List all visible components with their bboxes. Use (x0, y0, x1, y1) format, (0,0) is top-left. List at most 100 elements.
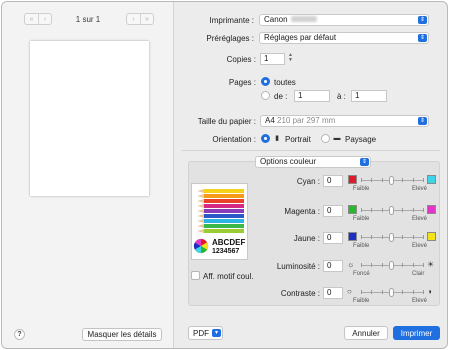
first-page-icon[interactable]: « (25, 14, 38, 24)
printer-popup[interactable]: Canon ⇕ (259, 14, 429, 26)
show-pattern-checkbox[interactable] (191, 271, 200, 280)
slider-tick (413, 208, 414, 212)
slider-value-field[interactable]: 0 (323, 205, 343, 217)
print-button[interactable]: Imprimer (393, 326, 440, 340)
low-color-swatch (348, 175, 357, 184)
paper-size-label: Taille du papier : (197, 117, 256, 126)
page-nav-back[interactable]: « ‹ (24, 13, 52, 25)
slider-tick (413, 290, 414, 294)
slider-high-label: Elevé (412, 216, 428, 222)
landscape-icon: ▬ (333, 135, 341, 142)
slider-tick (423, 178, 424, 182)
copies-field[interactable]: 1 (260, 53, 285, 65)
contrast-high-icon: ◑ (427, 287, 432, 296)
slider-label: Jaune : (293, 234, 320, 243)
pages-range-radio[interactable] (261, 91, 270, 100)
slider-low-label: Faible (353, 243, 370, 249)
sun-bright-icon: ☀ (427, 260, 435, 269)
pdf-menu-button[interactable]: PDF ▾ (188, 326, 223, 340)
portrait-label: Portrait (285, 135, 311, 144)
next-page-icon[interactable]: › (127, 14, 140, 24)
slider-tick (361, 263, 362, 267)
cancel-button[interactable]: Annuler (344, 326, 388, 340)
chevron-updown-icon: ⇕ (418, 34, 427, 42)
slider-tick (402, 263, 403, 267)
page-count-label: 1 sur 1 (75, 15, 101, 24)
slider-knob[interactable] (389, 206, 394, 215)
slider-tick (382, 290, 383, 294)
pdf-label: PDF (193, 328, 209, 338)
slider-tick (423, 263, 424, 267)
slider-knob[interactable] (389, 233, 394, 242)
chevron-updown-icon: ⇕ (360, 158, 369, 166)
portrait-icon: ▮ (275, 135, 279, 142)
presets-popup[interactable]: Réglages par défaut ⇕ (259, 32, 429, 44)
help-button[interactable]: ? (14, 329, 25, 340)
section-popup[interactable]: Options couleur ⇕ (255, 156, 371, 168)
pages-to-field[interactable]: 1 (351, 90, 387, 102)
slider-knob[interactable] (389, 176, 394, 185)
slider-tick (402, 290, 403, 294)
page-preview (30, 41, 149, 196)
slider-tick (382, 178, 383, 182)
chevron-updown-icon: ⇕ (418, 16, 427, 24)
redacted-model (290, 16, 317, 22)
orientation-label: Orientation : (212, 135, 256, 144)
slider-label: Magenta : (284, 207, 320, 216)
preview-pane: « ‹ 1 sur 1 › » ? Masquer les détails (2, 2, 174, 348)
high-color-swatch (427, 232, 436, 241)
slider-low-label: Faible (353, 216, 370, 222)
page-nav-forward[interactable]: › » (126, 13, 154, 25)
slider-tick (413, 235, 414, 239)
landscape-radio[interactable] (321, 134, 330, 143)
slider-knob[interactable] (389, 261, 394, 270)
paper-size-popup[interactable]: A4 210 par 297 mm ⇕ (260, 115, 429, 127)
last-page-icon[interactable]: » (140, 14, 153, 24)
hide-details-button[interactable]: Masquer les détails (82, 328, 162, 341)
slider-value-field[interactable]: 0 (323, 175, 343, 187)
pages-all-radio[interactable] (261, 77, 270, 86)
slider-tick (423, 235, 424, 239)
slider-value-field[interactable]: 0 (323, 260, 343, 272)
previous-page-icon[interactable]: ‹ (38, 14, 51, 24)
portrait-radio[interactable] (261, 134, 270, 143)
pages-label: Pages : (228, 78, 256, 87)
slider-tick (371, 235, 372, 239)
show-pattern-label: Aff. motif coul. (203, 272, 254, 281)
high-color-swatch (427, 175, 436, 184)
slider-value-field[interactable]: 0 (323, 232, 343, 244)
slider-low-label: Faible (353, 298, 370, 304)
chevron-updown-icon: ⇕ (418, 117, 427, 125)
slider-low-label: Faible (353, 186, 370, 192)
presets-value: Réglages par défaut (264, 33, 337, 42)
slider-low-label: Foncé (353, 271, 370, 277)
section-divider (182, 150, 440, 151)
slider-high-label: Clair (412, 271, 425, 277)
pages-all-label: toutes (274, 78, 296, 87)
sun-dim-icon: ☼ (347, 260, 355, 269)
slider-tick (382, 235, 383, 239)
slider-knob[interactable] (389, 288, 394, 297)
copies-stepper[interactable]: ▲ ▼ (287, 53, 294, 64)
printer-name: Canon (264, 15, 288, 24)
slider-label: Luminosité : (276, 262, 320, 271)
color-sample-image: ABCDEF 1234567 (191, 183, 248, 260)
slider-label: Cyan : (296, 177, 320, 186)
low-color-swatch (348, 232, 357, 241)
slider-tick (361, 290, 362, 294)
section-popup-value: Options couleur (260, 157, 317, 166)
chevron-down-icon: ▾ (212, 329, 221, 337)
sample-text-line2: 1234567 (212, 248, 240, 255)
presets-label: Préréglages : (206, 34, 254, 43)
pages-to-label: à : (337, 92, 346, 101)
slider-tick (423, 290, 424, 294)
pages-from-field[interactable]: 1 (294, 90, 330, 102)
slider-tick (413, 178, 414, 182)
slider-label: Contraste : (280, 289, 320, 298)
sample-text-line1: ABCDEF (212, 238, 246, 247)
landscape-label: Paysage (345, 135, 377, 144)
slider-value-field[interactable]: 0 (323, 287, 343, 299)
slider-tick (361, 235, 362, 239)
paper-size-value: A4 (265, 116, 275, 125)
high-color-swatch (427, 205, 436, 214)
